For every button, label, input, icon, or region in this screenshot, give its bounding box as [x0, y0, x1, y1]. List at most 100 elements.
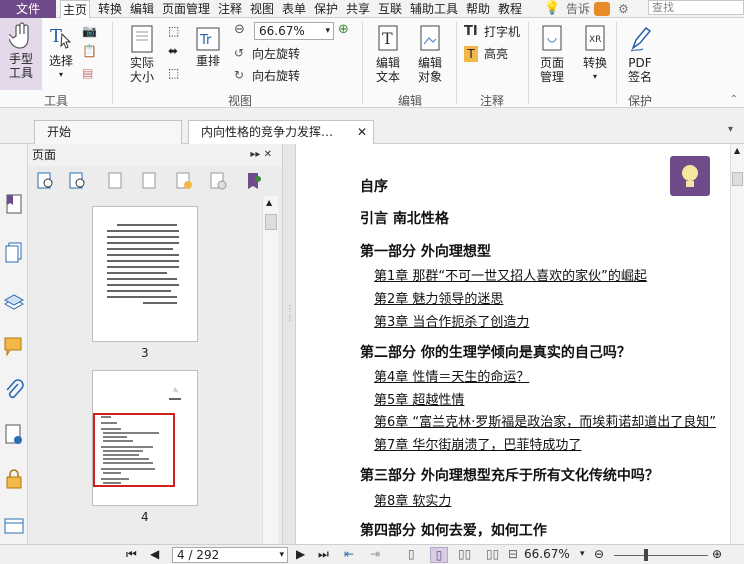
toc-link[interactable]: 第4章 性情＝天生的命运？: [374, 366, 529, 385]
page-number-input[interactable]: 4 / 292 ▾: [172, 547, 288, 563]
hand-tool-button[interactable]: 手型 工具: [0, 18, 42, 90]
delete-page-icon[interactable]: [208, 171, 228, 191]
single-page-icon[interactable]: ▯: [408, 547, 415, 562]
zoom-in-thumbnail-icon[interactable]: [36, 171, 56, 191]
close-tab-icon[interactable]: ✕: [357, 121, 367, 143]
heart-icon[interactable]: [594, 2, 610, 16]
menu-help[interactable]: 帮助: [466, 0, 490, 18]
bookmark-icon[interactable]: ▤: [82, 66, 93, 80]
last-page-icon[interactable]: ⏭: [318, 547, 329, 562]
menu-tutorial[interactable]: 教程: [498, 0, 522, 18]
toc-item[interactable]: 第二部分 你的生理学倾向是真实的自己吗？: [360, 342, 631, 362]
toc-link[interactable]: 第1章 那群“不可一世又招人喜欢的家伙”的崛起: [374, 265, 647, 284]
page-manage-button[interactable]: 页面 管理: [532, 20, 572, 84]
document-view[interactable]: 自序 引言 南北性格 第一部分 外向理想型 第1章 那群“不可一世又招人喜欢的家…: [296, 144, 744, 544]
fit-width-icon[interactable]: ⬌: [168, 44, 178, 58]
document-scrollbar[interactable]: ▲: [730, 144, 744, 544]
tab-list-icon[interactable]: ▾: [728, 124, 733, 135]
pdf-sign-button[interactable]: PDF 签名: [620, 20, 660, 84]
rotate-left-button[interactable]: 向左旋转: [252, 46, 300, 62]
toc-link[interactable]: 第5章 超越性情: [374, 389, 464, 408]
tab-start[interactable]: 开始: [34, 120, 182, 144]
layers-panel-icon[interactable]: [2, 288, 26, 314]
facing-page-icon[interactable]: ▯▯: [458, 547, 471, 562]
search-input[interactable]: 查找: [648, 0, 744, 15]
reflow-button[interactable]: Tr 重排: [192, 20, 224, 68]
comments-panel-icon[interactable]: [2, 334, 26, 360]
convert-button[interactable]: XR 转换 ▾: [578, 20, 612, 84]
menu-form[interactable]: 表单: [282, 0, 306, 18]
menu-share[interactable]: 共享: [346, 0, 370, 18]
bookmarks-panel-icon[interactable]: [2, 192, 26, 218]
actual-size-button[interactable]: 实际 大小: [120, 20, 164, 84]
toc-link[interactable]: 第7章 华尔街崩溃了，巴菲特成功了: [374, 434, 581, 453]
previous-page-icon[interactable]: ◀: [150, 547, 159, 562]
menu-connect[interactable]: 互联: [378, 0, 402, 18]
menu-protect[interactable]: 保护: [314, 0, 338, 18]
toc-item[interactable]: 第一部分 外向理想型: [360, 241, 491, 261]
panel-scroll-thumb[interactable]: [265, 214, 277, 230]
tell-me-label[interactable]: 告诉: [566, 0, 590, 18]
zoom-level-status[interactable]: 66.67%: [524, 547, 570, 562]
split-view-icon[interactable]: ⊟: [508, 547, 518, 562]
tab-document[interactable]: 内向性格的竞争力发挥… ✕: [188, 120, 374, 144]
scroll-up-icon[interactable]: ▲: [266, 198, 272, 207]
menu-home[interactable]: 主页: [60, 0, 91, 19]
menu-edit[interactable]: 编辑: [130, 0, 154, 18]
signatures-panel-icon[interactable]: [2, 422, 26, 448]
next-view-icon[interactable]: ⇥: [370, 547, 380, 562]
toc-item[interactable]: 第三部分 外向理想型充斥于所有文化传统中吗？: [360, 465, 659, 485]
page-thumbnail-4[interactable]: [92, 370, 198, 506]
first-page-icon[interactable]: ⏮: [126, 547, 137, 562]
continuous-facing-icon[interactable]: ▯▯: [486, 547, 499, 562]
zoom-out-status-icon[interactable]: ⊖: [594, 547, 604, 562]
panel-expand-icon[interactable]: ▸▸ ✕: [250, 144, 272, 166]
extract-page-icon[interactable]: [140, 171, 160, 191]
page-thumbnail-3[interactable]: [92, 206, 198, 342]
chevron-down-icon[interactable]: ▾: [580, 547, 585, 562]
pages-panel-icon[interactable]: [2, 240, 26, 266]
typewriter-button[interactable]: 打字机: [484, 24, 520, 40]
zoom-in-icon[interactable]: ⊕: [338, 22, 349, 37]
toc-link[interactable]: 第2章 魅力领导的迷思: [374, 288, 503, 307]
toc-item[interactable]: 自序: [360, 176, 388, 196]
snapshot-icon[interactable]: 📷: [82, 24, 97, 38]
continuous-page-icon[interactable]: ▯: [430, 547, 448, 563]
zoom-slider-track[interactable]: [614, 555, 708, 556]
edit-object-button[interactable]: 编辑 对象: [410, 20, 450, 84]
clipboard-icon[interactable]: 📋: [82, 44, 97, 58]
fit-page-icon[interactable]: ⬚: [168, 24, 179, 38]
content-panel-icon[interactable]: [2, 514, 26, 540]
document-scroll-thumb[interactable]: [732, 172, 743, 186]
zoom-in-status-icon[interactable]: ⊕: [712, 547, 722, 562]
menu-page-manage[interactable]: 页面管理: [162, 0, 210, 18]
page-properties-icon[interactable]: [244, 171, 264, 191]
scroll-up-icon[interactable]: ▲: [734, 146, 740, 155]
edit-text-button[interactable]: T 编辑 文本: [370, 20, 406, 84]
viewport-highlight[interactable]: [93, 413, 175, 487]
panel-splitter[interactable]: ⋮ ⋮: [282, 144, 296, 544]
toc-link[interactable]: 第6章 “富兰克林·罗斯福是政治家，而埃莉诺却道出了良知”: [374, 411, 716, 430]
menu-comment[interactable]: 注释: [218, 0, 242, 18]
zoom-out-thumbnail-icon[interactable]: [68, 171, 88, 191]
next-page-icon[interactable]: ▶: [296, 547, 305, 562]
lightbulb-icon[interactable]: 💡: [544, 0, 560, 18]
select-tool-button[interactable]: T 选择 ▾: [44, 20, 78, 82]
toc-item[interactable]: 引言 南北性格: [360, 208, 449, 228]
highlight-button[interactable]: 高亮: [484, 46, 508, 62]
toc-link[interactable]: 第8章 软实力: [374, 490, 451, 509]
zoom-slider-thumb[interactable]: [644, 549, 648, 561]
file-menu[interactable]: 文件: [0, 0, 56, 18]
new-page-icon[interactable]: [174, 171, 194, 191]
security-panel-icon[interactable]: [2, 466, 26, 492]
fit-visible-icon[interactable]: ⬚: [168, 66, 179, 80]
lightbulb-tip-button[interactable]: [670, 156, 710, 196]
zoom-out-icon[interactable]: ⊖: [234, 22, 245, 37]
panel-scrollbar[interactable]: ▲: [262, 196, 278, 544]
collapse-ribbon-icon[interactable]: ⌃: [730, 94, 738, 105]
attachments-panel-icon[interactable]: [2, 378, 26, 404]
toc-item[interactable]: 第四部分 如何去爱，如何工作: [360, 520, 547, 540]
menu-convert[interactable]: 转换: [98, 0, 122, 18]
menu-accessibility[interactable]: 辅助工具: [410, 0, 458, 18]
toc-link[interactable]: 第3章 当合作扼杀了创造力: [374, 311, 529, 330]
